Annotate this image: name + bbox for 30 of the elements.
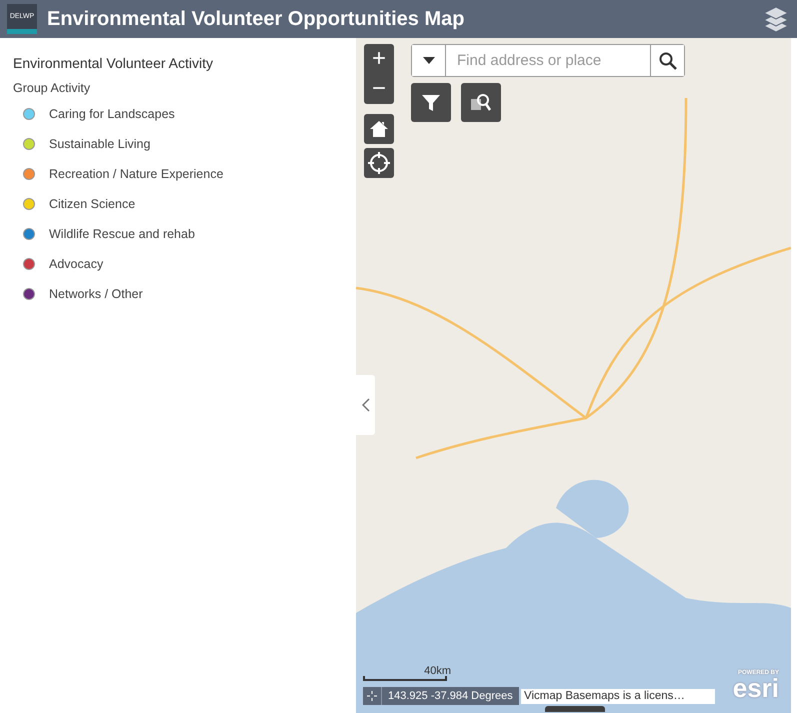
legend-label: Wildlife Rescue and rehab [49, 227, 195, 241]
legend-label: Caring for Landscapes [49, 107, 175, 121]
locate-button[interactable] [364, 148, 394, 178]
legend-label: Sustainable Living [49, 137, 150, 151]
collapse-panel-handle[interactable] [356, 375, 375, 435]
document-search-icon [470, 92, 492, 114]
chevron-left-icon [362, 398, 370, 412]
search-icon [658, 52, 676, 70]
query-button[interactable] [461, 83, 501, 122]
caret-icon [422, 57, 434, 64]
legend-group-label: Group Activity [13, 81, 92, 95]
home-icon [369, 120, 389, 138]
funnel-icon [422, 94, 440, 112]
legend-title: Environmental Volunteer Activity [13, 55, 214, 71]
home-button[interactable] [364, 114, 394, 144]
legend-label: Citizen Science [49, 197, 136, 211]
scale-label: 40km [424, 665, 451, 677]
attribution-text[interactable]: Vicmap Basemaps is a licens… [521, 689, 715, 704]
crosshair-icon [368, 152, 390, 174]
filter-button[interactable] [411, 83, 451, 122]
legend-label: Advocacy [49, 257, 104, 271]
app-title: Environmental Volunteer Opportunities Map [47, 8, 466, 30]
search-field[interactable]: Find address or place [411, 44, 685, 77]
zoom-in-button[interactable]: + [364, 44, 394, 74]
legend-label: Recreation / Nature Experience [49, 167, 224, 181]
zoom-out-button[interactable]: − [364, 74, 394, 104]
legend-label: Networks / Other [49, 287, 143, 301]
esri-logo: esri [732, 676, 779, 700]
layers-icon[interactable] [763, 6, 789, 32]
coordinate-text: 143.925 -37.984 Degrees [387, 689, 514, 704]
